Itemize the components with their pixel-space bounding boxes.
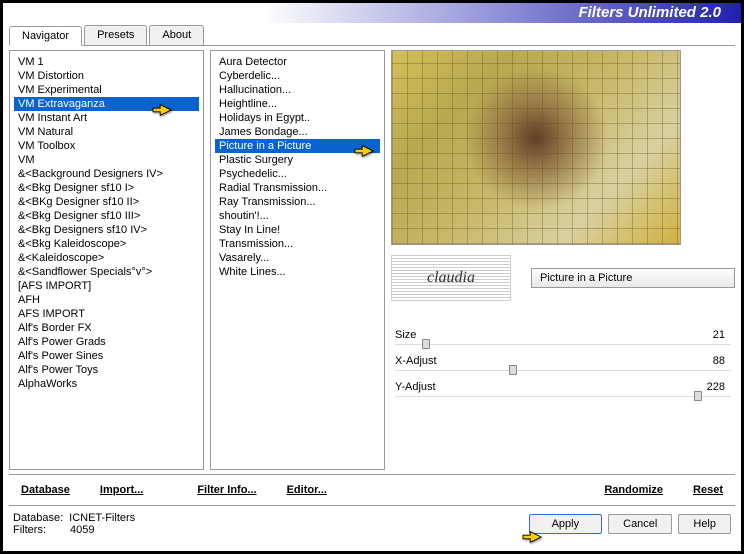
reset-button[interactable]: Reset bbox=[681, 481, 735, 499]
filter-item[interactable]: Holidays in Egypt.. bbox=[215, 111, 380, 125]
filter-item[interactable]: Stay In Line! bbox=[215, 223, 380, 237]
filter-item[interactable]: Psychedelic... bbox=[215, 167, 380, 181]
app-title: Filters Unlimited 2.0 bbox=[578, 4, 721, 21]
preview-image bbox=[391, 50, 681, 245]
param-row: Y-Adjust 228 bbox=[391, 378, 735, 396]
apply-button[interactable]: Apply bbox=[529, 514, 603, 534]
param-label: Size bbox=[395, 329, 416, 341]
param-slider[interactable] bbox=[395, 370, 731, 372]
category-item[interactable]: VM bbox=[14, 153, 199, 167]
category-item[interactable]: &<Kaleidoscope> bbox=[14, 251, 199, 265]
db-value: ICNET-Filters bbox=[69, 512, 135, 524]
footer: Database: ICNET-Filters Filters: 4059 Ap… bbox=[3, 508, 741, 540]
toolbar-row: Database Import... Filter Info... Editor… bbox=[3, 477, 741, 503]
filter-item[interactable]: shoutin'!... bbox=[215, 209, 380, 223]
tab-presets[interactable]: Presets bbox=[84, 25, 147, 45]
category-item[interactable]: &<BKg Designer sf10 II> bbox=[14, 195, 199, 209]
filter-list[interactable]: Aura DetectorCyberdelic...Hallucination.… bbox=[210, 50, 385, 470]
category-list[interactable]: VM 1VM DistortionVM ExperimentalVM Extra… bbox=[9, 50, 204, 470]
tab-about[interactable]: About bbox=[149, 25, 204, 45]
db-label: Database: bbox=[13, 512, 63, 524]
filter-info-button[interactable]: Filter Info... bbox=[185, 481, 268, 499]
import-button[interactable]: Import... bbox=[88, 481, 155, 499]
category-item[interactable]: VM Extravaganza bbox=[14, 97, 199, 111]
param-value: 88 bbox=[713, 355, 725, 367]
params-panel: Size 21 X-Adjust 88 Y-Adjust 228 bbox=[391, 326, 735, 404]
editor-button[interactable]: Editor... bbox=[275, 481, 339, 499]
category-item[interactable]: Alf's Power Grads bbox=[14, 335, 199, 349]
filter-item[interactable]: Cyberdelic... bbox=[215, 69, 380, 83]
category-item[interactable]: &<Bkg Designer sf10 III> bbox=[14, 209, 199, 223]
category-item[interactable]: AFH bbox=[14, 293, 199, 307]
param-row: X-Adjust 88 bbox=[391, 352, 735, 370]
param-row: Size 21 bbox=[391, 326, 735, 344]
randomize-button[interactable]: Randomize bbox=[592, 481, 675, 499]
filter-item[interactable]: Picture in a Picture bbox=[215, 139, 380, 153]
category-item[interactable]: &<Background Designers IV> bbox=[14, 167, 199, 181]
filter-item[interactable]: Transmission... bbox=[215, 237, 380, 251]
tab-strip: Navigator Presets About bbox=[9, 25, 735, 46]
filter-item[interactable]: Vasarely... bbox=[215, 251, 380, 265]
right-panel: claudia Picture in a Picture Size 21 X-Adj… bbox=[391, 50, 735, 470]
filter-item[interactable]: Radial Transmission... bbox=[215, 181, 380, 195]
category-item[interactable]: &<Sandflower Specials°v°> bbox=[14, 265, 199, 279]
filters-count-value: 4059 bbox=[70, 524, 94, 536]
category-item[interactable]: [AFS IMPORT] bbox=[14, 279, 199, 293]
category-item[interactable]: &<Bkg Designer sf10 I> bbox=[14, 181, 199, 195]
category-item[interactable]: VM 1 bbox=[14, 55, 199, 69]
main-area: VM 1VM DistortionVM ExperimentalVM Extra… bbox=[9, 50, 735, 470]
category-item[interactable]: &<Bkg Kaleidoscope> bbox=[14, 237, 199, 251]
param-label: X-Adjust bbox=[395, 355, 437, 367]
cancel-button[interactable]: Cancel bbox=[608, 514, 672, 534]
tab-navigator[interactable]: Navigator bbox=[9, 26, 82, 46]
filter-item[interactable]: James Bondage... bbox=[215, 125, 380, 139]
filter-item[interactable]: Plastic Surgery bbox=[215, 153, 380, 167]
category-item[interactable]: Alf's Power Sines bbox=[14, 349, 199, 363]
category-item[interactable]: Alf's Power Toys bbox=[14, 363, 199, 377]
category-item[interactable]: Alf's Border FX bbox=[14, 321, 199, 335]
category-item[interactable]: VM Instant Art bbox=[14, 111, 199, 125]
current-filter-name: Picture in a Picture bbox=[531, 268, 735, 288]
category-item[interactable]: VM Natural bbox=[14, 125, 199, 139]
category-item[interactable]: &<Bkg Designers sf10 IV> bbox=[14, 223, 199, 237]
category-item[interactable]: AFS IMPORT bbox=[14, 307, 199, 321]
database-button[interactable]: Database bbox=[9, 481, 82, 499]
claudia-logo: claudia bbox=[391, 255, 511, 301]
param-value: 228 bbox=[707, 381, 725, 393]
category-item[interactable]: VM Toolbox bbox=[14, 139, 199, 153]
param-slider[interactable] bbox=[395, 396, 731, 398]
filter-item[interactable]: White Lines... bbox=[215, 265, 380, 279]
param-value: 21 bbox=[713, 329, 725, 341]
filters-count-label: Filters: bbox=[13, 524, 46, 536]
category-item[interactable]: VM Experimental bbox=[14, 83, 199, 97]
title-bar: Filters Unlimited 2.0 bbox=[3, 3, 741, 23]
param-slider[interactable] bbox=[395, 344, 731, 346]
category-item[interactable]: VM Distortion bbox=[14, 69, 199, 83]
filter-item[interactable]: Aura Detector bbox=[215, 55, 380, 69]
filter-item[interactable]: Hallucination... bbox=[215, 83, 380, 97]
filter-item[interactable]: Ray Transmission... bbox=[215, 195, 380, 209]
param-label: Y-Adjust bbox=[395, 381, 436, 393]
category-item[interactable]: AlphaWorks bbox=[14, 377, 199, 391]
help-button[interactable]: Help bbox=[678, 514, 731, 534]
filter-item[interactable]: Heightline... bbox=[215, 97, 380, 111]
